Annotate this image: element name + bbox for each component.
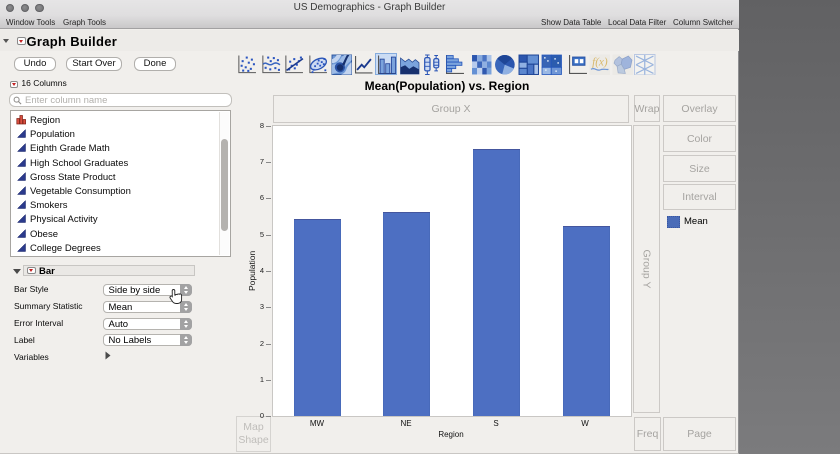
svg-text:f(x): f(x) bbox=[592, 56, 608, 68]
